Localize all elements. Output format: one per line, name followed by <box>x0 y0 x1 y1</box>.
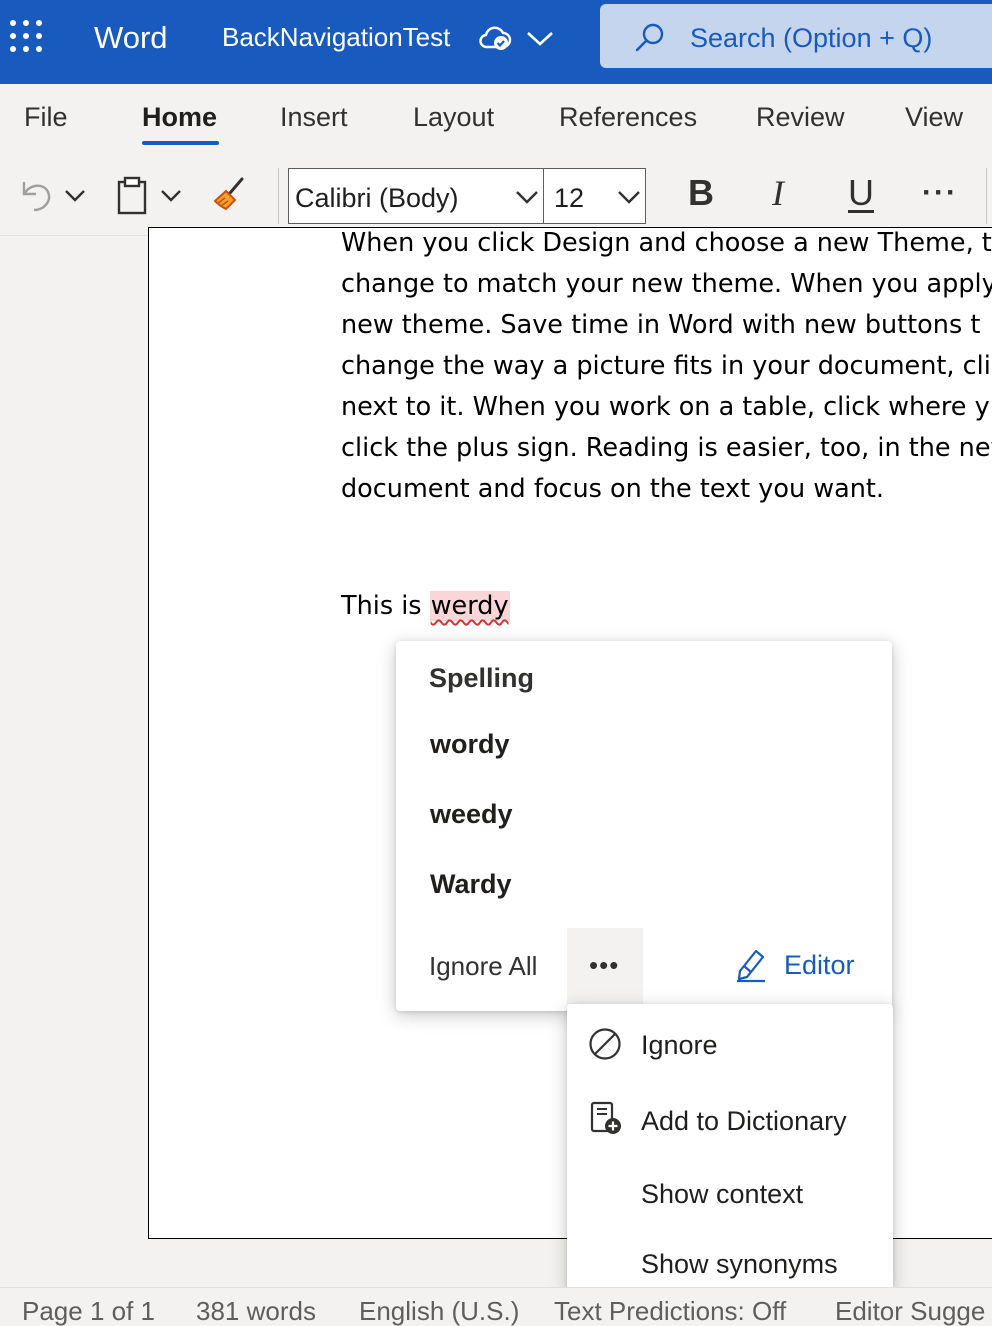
toolbar-divider <box>986 168 987 224</box>
menu-label: Ignore <box>641 1030 718 1060</box>
typed-sentence[interactable]: This is werdy <box>341 591 510 621</box>
menu-item-ignore[interactable]: Ignore <box>567 1010 893 1076</box>
editor-pen-icon <box>737 949 765 983</box>
misspelled-word[interactable]: werdy <box>429 591 510 621</box>
dictionary-add-icon <box>590 1101 621 1134</box>
format-painter-icon[interactable] <box>212 176 250 214</box>
chevron-down-icon <box>618 191 640 204</box>
more-formatting-button[interactable]: ··· <box>922 176 958 210</box>
search-icon <box>635 23 664 52</box>
title-bar: Word BackNavigationTest Search (Option +… <box>0 0 992 84</box>
page-count[interactable]: Page 1 of 1 <box>22 1296 155 1326</box>
italic-button[interactable]: I <box>772 172 784 214</box>
document-name[interactable]: BackNavigationTest <box>222 22 450 53</box>
more-options-button[interactable]: ••• <box>567 928 643 1004</box>
body-line: next to it. When you work on a table, cl… <box>341 392 990 422</box>
font-size-value: 12 <box>554 183 585 213</box>
tab-insert[interactable]: Insert <box>280 102 348 133</box>
app-name[interactable]: Word <box>94 20 168 56</box>
editor-suggestions-status[interactable]: Editor Sugge <box>835 1296 985 1326</box>
status-bar: Page 1 of 1 381 words English (U.S.) Tex… <box>0 1287 992 1326</box>
chevron-down-icon <box>516 191 538 204</box>
tab-view[interactable]: View <box>905 102 963 133</box>
body-line: new theme. Save time in Word with new bu… <box>341 310 981 340</box>
cloud-saved-icon[interactable] <box>478 24 512 52</box>
suggestion-wardy[interactable]: Wardy <box>430 869 512 900</box>
document-body-text[interactable]: When you click Design and choose a new T… <box>341 223 992 510</box>
font-size-select[interactable]: 12 <box>543 168 646 224</box>
font-name-value: Calibri (Body) <box>295 183 459 213</box>
chevron-down-icon[interactable] <box>526 28 554 48</box>
underline-button[interactable]: U <box>848 172 874 214</box>
undo-icon[interactable] <box>18 174 54 214</box>
more-options-menu: Ignore Add to Dictionary Show context Sh… <box>567 1004 893 1294</box>
editor-label: Editor <box>784 950 855 980</box>
body-line: change the way a picture fits in your do… <box>341 351 991 381</box>
menu-item-add-to-dictionary[interactable]: Add to Dictionary <box>567 1086 893 1152</box>
body-line: click the plus sign. Reading is easier, … <box>341 433 992 463</box>
bold-button[interactable]: B <box>688 172 714 214</box>
word-count[interactable]: 381 words <box>196 1296 316 1326</box>
active-tab-indicator <box>142 141 219 145</box>
language-indicator[interactable]: English (U.S.) <box>359 1296 519 1326</box>
tab-references[interactable]: References <box>559 102 697 133</box>
spelling-heading: Spelling <box>429 663 535 693</box>
ignore-all-button[interactable]: Ignore All <box>429 951 537 982</box>
prohibited-icon <box>589 1028 621 1060</box>
tab-file[interactable]: File <box>24 102 68 133</box>
search-box[interactable]: Search (Option + Q) <box>600 4 992 68</box>
paste-clipboard-icon[interactable] <box>114 176 150 216</box>
paste-dropdown-icon[interactable] <box>160 188 182 204</box>
font-name-select[interactable]: Calibri (Body) <box>288 168 544 224</box>
menu-label: Show context <box>641 1179 804 1209</box>
typed-prefix: This is <box>341 591 430 621</box>
app-launcher-icon[interactable] <box>10 20 44 54</box>
menu-item-show-context[interactable]: Show context <box>567 1159 893 1225</box>
tab-review[interactable]: Review <box>756 102 845 133</box>
undo-dropdown-icon[interactable] <box>64 188 86 204</box>
menu-label: Add to Dictionary <box>641 1106 847 1136</box>
text-predictions-status[interactable]: Text Predictions: Off <box>554 1296 786 1326</box>
tab-home[interactable]: Home <box>142 102 217 133</box>
menu-item-show-synonyms[interactable]: Show synonyms <box>567 1229 893 1295</box>
body-line: document and focus on the text you want. <box>341 474 884 504</box>
suggestion-weedy[interactable]: weedy <box>430 799 513 830</box>
body-line: When you click Design and choose a new T… <box>341 228 992 258</box>
menu-label: Show synonyms <box>641 1249 838 1279</box>
tab-layout[interactable]: Layout <box>413 102 494 133</box>
suggestion-wordy[interactable]: wordy <box>430 729 510 760</box>
toolbar-divider <box>278 168 279 224</box>
more-dots-icon: ••• <box>589 950 620 980</box>
spelling-suggestions-popup: Spelling wordy weedy Wardy Ignore All ••… <box>396 641 892 1011</box>
search-placeholder: Search (Option + Q) <box>690 23 933 53</box>
body-line: change to match your new theme. When you… <box>341 269 992 299</box>
ribbon-tabs: File Home Insert Layout References Revie… <box>0 84 992 154</box>
